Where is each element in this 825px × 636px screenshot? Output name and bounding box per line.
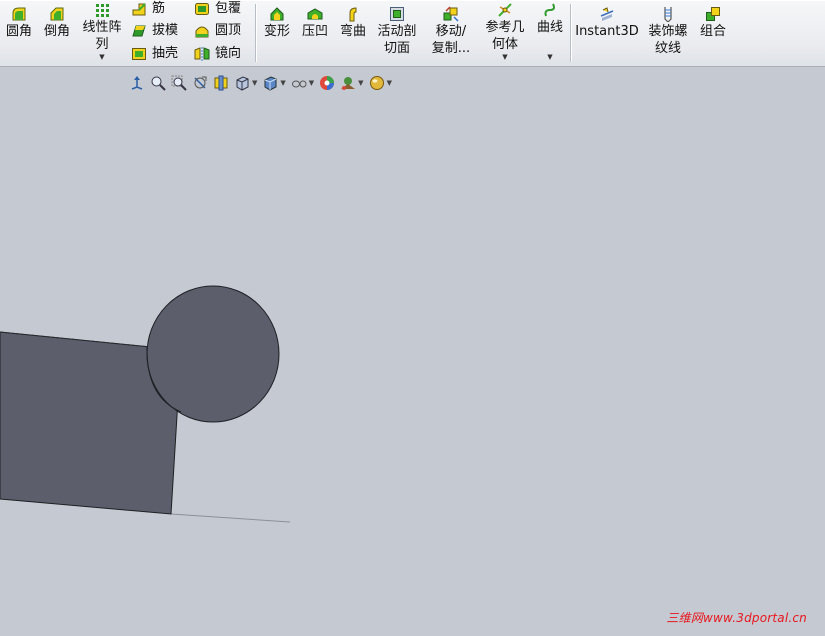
section-view-icon[interactable]: [212, 74, 230, 92]
deform-button[interactable]: 变形: [261, 6, 293, 40]
linear-pattern-button[interactable]: 线性阵 列 ▼: [79, 2, 125, 61]
instant3d-label: Instant3D: [575, 24, 639, 39]
shell-label: 抽壳: [152, 46, 179, 61]
floor-shadow-line: [170, 513, 291, 523]
mirror-button[interactable]: 镜向: [194, 45, 241, 62]
move-copy-label-1: 移动/: [435, 24, 467, 39]
edit-appearance-icon[interactable]: [318, 74, 336, 92]
reference-geometry-icon: [498, 3, 512, 17]
features-ribbon: 圆角 倒角 线性阵 列 ▼ 筋 拔模 抽壳 包覆 圆顶 镜向 变形 压凹 弯曲 …: [0, 0, 825, 67]
shell-button[interactable]: 抽壳: [131, 45, 178, 62]
previous-view-icon[interactable]: [128, 74, 146, 92]
zoom-to-fit-icon[interactable]: [149, 74, 167, 92]
live-section-icon: [390, 7, 404, 21]
site-watermark: 三维网www.3dportal.cn: [666, 611, 807, 625]
draft-icon: [132, 25, 146, 36]
combine-label: 组合: [699, 24, 726, 39]
mirror-label: 镜向: [215, 46, 242, 61]
flex-icon: [349, 7, 357, 22]
instant3d-button[interactable]: Instant3D: [575, 6, 639, 40]
move-copy-label-2: 复制...: [431, 41, 471, 56]
combine-icon: [706, 7, 720, 21]
move-copy-button[interactable]: 移动/ 复制...: [428, 6, 474, 57]
dome-label: 圆顶: [215, 23, 242, 38]
curves-button[interactable]: 曲线 ▼: [534, 2, 566, 61]
flex-label: 弯曲: [339, 24, 366, 39]
apply-scene-icon[interactable]: [339, 74, 357, 92]
rib-label: 筋: [152, 1, 166, 16]
display-style-icon[interactable]: [261, 74, 279, 92]
linear-pattern-label-2: 列: [95, 37, 109, 52]
wrap-label: 包覆: [215, 1, 242, 16]
heads-up-view-toolbar: ▼ ▼ ▼ ▼ ▼: [128, 73, 396, 93]
wrap-button[interactable]: 包覆: [194, 0, 241, 17]
ribbon-separator: [255, 4, 256, 62]
dome-button[interactable]: 圆顶: [194, 22, 241, 39]
flex-button[interactable]: 弯曲: [337, 6, 369, 40]
cosmetic-thread-button[interactable]: 装饰螺 纹线: [644, 6, 692, 57]
shell-icon: [132, 47, 146, 60]
fillet-label: 圆角: [5, 24, 32, 39]
display-style-dropdown-icon[interactable]: ▼: [280, 79, 285, 87]
mirror-icon: [194, 46, 210, 61]
apply-scene-dropdown-icon[interactable]: ▼: [358, 79, 363, 87]
reference-geometry-dropdown-icon[interactable]: ▼: [482, 53, 528, 61]
curves-icon: [544, 3, 555, 17]
reference-geometry-label-1: 参考几: [485, 20, 525, 35]
linear-pattern-icon: [96, 4, 109, 17]
cosmetic-thread-label-2: 纹线: [654, 41, 681, 56]
chamfer-button[interactable]: 倒角: [42, 6, 72, 40]
instant3d-icon: [600, 7, 614, 21]
curves-dropdown-icon[interactable]: ▼: [534, 53, 566, 61]
live-section-button[interactable]: 活动剖 切面: [374, 6, 420, 57]
view-orientation-dropdown-icon[interactable]: ▼: [252, 79, 257, 87]
draft-button[interactable]: 拔模: [131, 22, 178, 39]
cosmetic-thread-label-1: 装饰螺: [648, 24, 688, 39]
wrap-icon: [195, 2, 209, 15]
live-section-label-1: 活动剖: [377, 24, 417, 39]
dome-icon: [195, 26, 209, 37]
fillet-icon: [12, 7, 26, 21]
hide-show-items-icon[interactable]: [290, 74, 308, 92]
indent-label: 压凹: [301, 24, 328, 39]
chamfer-label: 倒角: [43, 24, 70, 39]
curves-label: 曲线: [536, 20, 563, 35]
ribbon-separator: [570, 4, 571, 62]
rib-icon: [132, 2, 146, 15]
view-settings-dropdown-icon[interactable]: ▼: [387, 79, 392, 87]
indent-icon: [307, 8, 323, 20]
model-view[interactable]: [0, 67, 825, 632]
fillet-button[interactable]: 圆角: [4, 6, 34, 40]
move-copy-icon: [443, 6, 459, 22]
hide-show-dropdown-icon[interactable]: ▼: [309, 79, 314, 87]
view-settings-icon[interactable]: [368, 74, 386, 92]
graphics-area[interactable]: [0, 67, 825, 632]
combine-button[interactable]: 组合: [697, 6, 729, 40]
rib-button[interactable]: 筋: [131, 0, 165, 17]
deform-label: 变形: [263, 24, 290, 39]
deform-icon: [270, 7, 284, 21]
rotate-view-icon[interactable]: [191, 74, 209, 92]
reference-geometry-label-2: 何体: [491, 37, 518, 52]
view-orientation-icon[interactable]: [233, 74, 251, 92]
zoom-to-area-icon[interactable]: [170, 74, 188, 92]
linear-pattern-label-1: 线性阵: [82, 20, 122, 35]
draft-label: 拔模: [152, 23, 179, 38]
reference-geometry-button[interactable]: 参考几 何体 ▼: [482, 2, 528, 61]
cosmetic-thread-icon: [664, 7, 672, 22]
chamfer-icon: [50, 7, 64, 21]
linear-pattern-dropdown-icon[interactable]: ▼: [79, 53, 125, 61]
indent-button[interactable]: 压凹: [299, 6, 331, 40]
circular-body[interactable]: [146, 285, 280, 423]
live-section-label-2: 切面: [383, 41, 410, 56]
